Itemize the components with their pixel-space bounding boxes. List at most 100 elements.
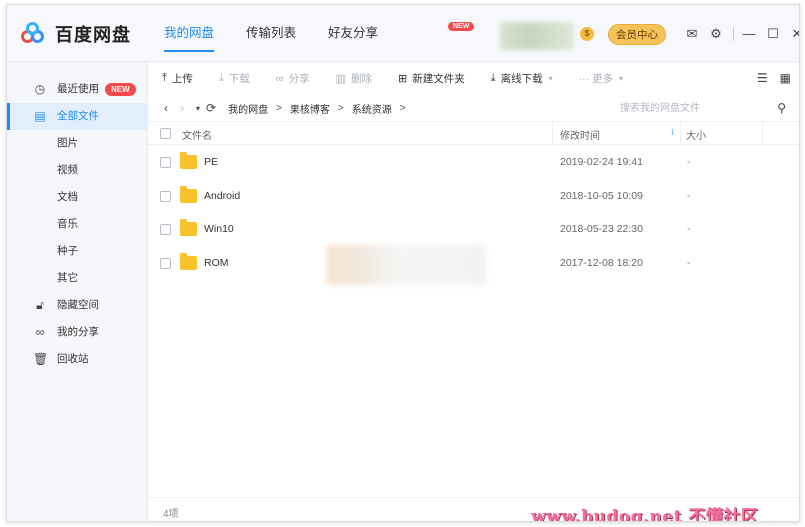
- delete-label: 删除: [351, 73, 372, 85]
- new-badge: NEW: [448, 22, 475, 31]
- blurred-region: [326, 245, 486, 285]
- refresh-icon[interactable]: ⟳: [206, 101, 216, 115]
- title-bar: 百度网盘 我的网盘 传输列表 好友分享 NEW $ 会员中心 ✉ ⚙ — ☐ ✕: [7, 5, 799, 62]
- grid-view-icon[interactable]: ▦: [780, 71, 791, 85]
- sidebar-item-music[interactable]: 音乐: [7, 211, 147, 238]
- sort-desc-icon[interactable]: ↓: [670, 126, 675, 137]
- breadcrumb-item[interactable]: 系统资源: [352, 101, 392, 116]
- sidebar-item-images[interactable]: 图片: [7, 130, 147, 157]
- sidebar-item-recycle-bin[interactable]: 🗑︎ 回收站: [7, 346, 147, 373]
- app-window: 百度网盘 我的网盘 传输列表 好友分享 NEW $ 会员中心 ✉ ⚙ — ☐ ✕…: [6, 4, 800, 522]
- sidebar-item-label: 种子: [57, 245, 78, 257]
- back-icon[interactable]: ‹: [164, 101, 168, 115]
- file-name[interactable]: Win10: [204, 223, 234, 235]
- mail-icon[interactable]: ✉: [683, 25, 701, 43]
- row-checkbox[interactable]: [160, 191, 171, 202]
- sidebar-item-recent[interactable]: ◷ 最近使用 NEW: [7, 76, 147, 103]
- top-nav: 我的网盘 传输列表 好友分享: [164, 5, 410, 62]
- watermark: www.budog.net 不懂社区: [531, 507, 759, 522]
- sidebar-item-all-files[interactable]: ▤ 全部文件: [7, 103, 147, 130]
- app-logo: 百度网盘: [21, 21, 131, 47]
- settings-icon[interactable]: ⚙: [707, 25, 725, 43]
- vip-center-button[interactable]: 会员中心: [608, 24, 666, 45]
- column-header-name[interactable]: 文件名: [182, 127, 212, 142]
- column-header-modified[interactable]: 修改时间: [560, 127, 600, 142]
- window-controls: ✉ ⚙ — ☐ ✕: [683, 25, 799, 43]
- forward-icon[interactable]: ›: [180, 101, 184, 115]
- file-size: -: [687, 190, 691, 202]
- new-folder-button[interactable]: ⊞ 新建文件夹: [398, 71, 465, 86]
- table-header: 文件名 修改时间 ↓ 大小: [148, 122, 799, 145]
- column-header-size[interactable]: 大小: [686, 127, 706, 142]
- file-modified: 2018-10-05 10:09: [560, 190, 643, 202]
- file-modified: 2017-12-08 18:20: [560, 257, 643, 269]
- share-icon: ∞: [35, 325, 45, 339]
- sidebar-item-hidden-space[interactable]: 🔓︎ 隐藏空间: [7, 292, 147, 319]
- divider: [733, 27, 734, 41]
- user-avatar-name[interactable]: [500, 22, 574, 50]
- folder-icon: [180, 186, 197, 203]
- sidebar-item-other[interactable]: 其它: [7, 265, 147, 292]
- search-box: ⚲: [620, 98, 790, 119]
- share-label: 分享: [288, 73, 310, 85]
- history-dropdown-icon[interactable]: ▾: [196, 104, 200, 113]
- row-checkbox[interactable]: [160, 224, 171, 235]
- select-all-checkbox[interactable]: [160, 128, 171, 139]
- upload-button[interactable]: ⤒ 上传: [162, 71, 193, 86]
- search-icon[interactable]: ⚲: [777, 101, 786, 115]
- folder-icon: [180, 253, 197, 270]
- file-size: -: [687, 156, 691, 168]
- table-row[interactable]: PE 2019-02-24 19:41 -: [148, 146, 799, 180]
- document-icon: ▤: [34, 109, 46, 123]
- sidebar: ◷ 最近使用 NEW ▤ 全部文件 图片 视频 文档 音乐 种子 其它 🔓︎ 隐藏…: [7, 62, 148, 521]
- table-row[interactable]: Win10 2018-05-23 22:30 -: [148, 213, 799, 247]
- sidebar-item-videos[interactable]: 视频: [7, 157, 147, 184]
- new-folder-label: 新建文件夹: [412, 73, 465, 85]
- tab-my-disk[interactable]: 我的网盘: [164, 5, 215, 62]
- breadcrumb-item[interactable]: 果核博客: [290, 101, 330, 116]
- row-checkbox[interactable]: [160, 157, 171, 168]
- maximize-icon[interactable]: ☐: [764, 25, 782, 43]
- divider: [680, 122, 681, 145]
- view-controls: ☰ ▦: [745, 71, 791, 85]
- path-bar: ‹ › ▾ ⟳ 我的网盘 > 果核博客 > 系统资源 > ⚲: [148, 95, 799, 122]
- sidebar-item-torrents[interactable]: 种子: [7, 238, 147, 265]
- minimize-icon[interactable]: —: [740, 25, 758, 43]
- main-panel: ⤒ 上传 ⤓ 下载 ∞ 分享 ▥ 删除 ⊞ 新建文件夹 ⤓ 离线下载 ▾ ··· 更多 ▾ ☰ …: [148, 62, 799, 522]
- tab-friend-share[interactable]: 好友分享: [328, 5, 378, 62]
- file-name[interactable]: Android: [204, 190, 240, 202]
- folder-icon: [180, 219, 197, 236]
- sort-icon[interactable]: ☰: [757, 71, 768, 85]
- chevron-down-icon: ▾: [619, 74, 624, 83]
- tab-transfer-list[interactable]: 传输列表: [246, 5, 296, 62]
- breadcrumb-item[interactable]: 我的网盘: [228, 101, 268, 116]
- sidebar-item-label: 其它: [57, 272, 78, 284]
- offline-download-button[interactable]: ⤓ 离线下载 ▾: [491, 71, 553, 86]
- more-button[interactable]: ··· 更多 ▾: [579, 71, 623, 86]
- sidebar-item-label: 我的分享: [57, 326, 99, 338]
- toolbar: ⤒ 上传 ⤓ 下载 ∞ 分享 ▥ 删除 ⊞ 新建文件夹 ⤓ 离线下载 ▾ ··· 更多 ▾ ☰ …: [148, 62, 799, 95]
- offline-download-label: 离线下载: [500, 73, 543, 85]
- sidebar-item-label: 文档: [57, 191, 78, 203]
- delete-button[interactable]: ▥ 删除: [336, 71, 372, 86]
- sidebar-item-label: 视频: [57, 164, 78, 176]
- file-size: -: [687, 223, 691, 235]
- sidebar-item-label: 音乐: [57, 218, 78, 230]
- table-row[interactable]: Android 2018-10-05 10:09 -: [148, 180, 799, 214]
- divider: [552, 122, 553, 145]
- new-folder-icon: ⊞: [398, 73, 408, 85]
- file-name[interactable]: ROM: [204, 257, 229, 269]
- trash-icon: 🗑︎: [33, 352, 49, 366]
- download-button[interactable]: ⤓ 下载: [219, 71, 250, 86]
- search-input[interactable]: [620, 98, 770, 119]
- close-icon[interactable]: ✕: [788, 25, 799, 43]
- sidebar-item-my-shares[interactable]: ∞ 我的分享: [7, 319, 147, 346]
- trash-icon: ▥: [335, 73, 346, 85]
- file-name[interactable]: PE: [204, 156, 218, 168]
- coin-icon[interactable]: $: [580, 27, 594, 41]
- more-label: ··· 更多: [578, 73, 614, 85]
- row-checkbox[interactable]: [160, 258, 171, 269]
- share-button[interactable]: ∞ 分享: [276, 71, 310, 86]
- download-icon: ⤓: [218, 72, 224, 84]
- sidebar-item-docs[interactable]: 文档: [7, 184, 147, 211]
